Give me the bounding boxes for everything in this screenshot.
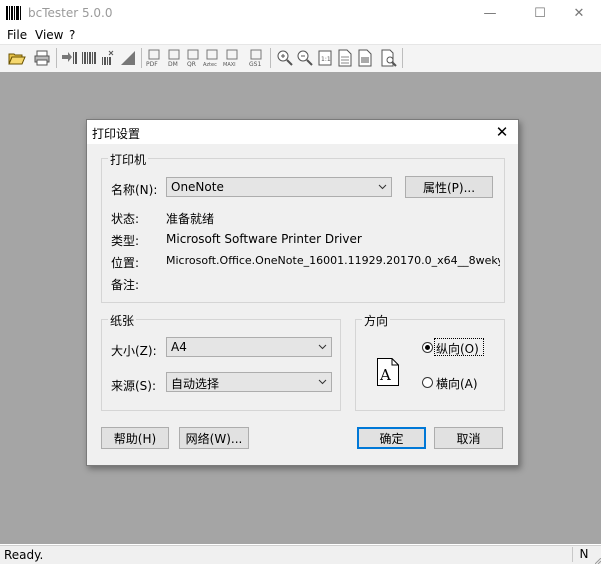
printer-where-label: 位置:	[111, 256, 140, 270]
svg-text:DM: DM	[168, 61, 178, 67]
menu-view[interactable]: View	[35, 28, 63, 42]
portrait-radio[interactable]	[422, 342, 433, 353]
printer-comment-label: 备注:	[111, 278, 140, 292]
gs1-barcode-icon[interactable]: GS1	[247, 49, 265, 67]
svg-text:GS1: GS1	[249, 61, 261, 67]
paper-group-label: 纸张	[108, 312, 137, 329]
printer-type-value: Microsoft Software Printer Driver	[166, 232, 362, 246]
printer-type-label: 类型:	[111, 234, 140, 248]
barcode-settings-icon[interactable]	[100, 49, 118, 67]
print-icon[interactable]	[33, 49, 51, 67]
paper-size-select[interactable]: A4	[166, 337, 332, 357]
orientation-group-label: 方向	[362, 312, 391, 329]
menu-bar: File View ?	[0, 27, 601, 44]
window-title: bcTester 5.0.0	[28, 6, 113, 20]
cancel-button[interactable]: 取消	[434, 427, 503, 449]
barcode-app-icon	[6, 6, 21, 20]
menu-file[interactable]: File	[7, 28, 27, 42]
paper-size-label: 大小(Z):	[111, 344, 157, 358]
barcode-arrow-icon[interactable]	[61, 49, 79, 67]
paper-group: 纸张 大小(Z): A4 来源(S): 自动选择	[101, 312, 341, 411]
menu-help[interactable]: ?	[69, 28, 75, 42]
paper-source-select[interactable]: 自动选择	[166, 372, 332, 392]
zoom-fit-icon[interactable]: 1:1	[316, 49, 334, 67]
properties-button[interactable]: 属性(P)...	[405, 176, 493, 198]
close-button[interactable]: ✕	[557, 0, 601, 27]
maxi-barcode-icon[interactable]: MAXI	[223, 49, 241, 67]
chevron-down-icon	[378, 184, 387, 190]
dm-barcode-icon[interactable]: DM	[165, 49, 183, 67]
zoom-page-icon[interactable]	[380, 49, 398, 67]
window-titlebar: bcTester 5.0.0 — ☐ ✕	[0, 0, 601, 27]
printer-name-label: 名称(N):	[111, 183, 158, 197]
portrait-page-icon: A	[377, 358, 399, 386]
triangle-icon[interactable]	[119, 49, 137, 67]
zoom-in-icon[interactable]	[276, 49, 294, 67]
printer-group-label: 打印机	[108, 151, 149, 168]
printer-status-label: 状态:	[111, 212, 140, 226]
paper-size-value: A4	[171, 340, 187, 354]
network-button[interactable]: 网络(W)...	[179, 427, 249, 449]
chevron-down-icon	[318, 344, 327, 350]
help-button[interactable]: 帮助(H)	[101, 427, 169, 449]
paper-source-label: 来源(S):	[111, 379, 157, 393]
maximize-icon: ☐	[534, 6, 546, 21]
svg-text:MAXI: MAXI	[223, 62, 236, 67]
page-alt-icon[interactable]	[356, 49, 374, 67]
printer-name-select[interactable]: OneNote	[166, 177, 392, 197]
toolbar: PDF DM QR Aztec MAXI GS1 1:1	[0, 44, 601, 73]
toolbar-separator	[270, 48, 271, 68]
status-bar: Ready. N	[0, 545, 601, 564]
status-indicator: N	[572, 547, 595, 562]
toolbar-separator	[141, 48, 142, 68]
toolbar-separator	[56, 48, 57, 68]
dialog-titlebar: 打印设置 ✕	[87, 120, 518, 144]
open-folder-icon[interactable]	[8, 49, 26, 67]
landscape-radio[interactable]	[422, 377, 433, 388]
orientation-group: 方向 A 纵向(O) 横向(A)	[355, 312, 505, 411]
zoom-out-icon[interactable]	[296, 49, 314, 67]
toolbar-separator	[402, 48, 403, 68]
printer-status-value: 准备就绪	[166, 212, 215, 226]
print-settings-dialog: 打印设置 ✕ 打印机 名称(N): OneNote 属性(P)... 状态: 准…	[86, 119, 519, 466]
svg-text:1:1: 1:1	[321, 56, 331, 63]
chevron-down-icon	[318, 379, 327, 385]
page-glyph: A	[379, 366, 391, 384]
close-icon: ✕	[573, 6, 585, 21]
svg-text:PDF: PDF	[146, 61, 158, 67]
pdf-barcode-icon[interactable]: PDF	[145, 49, 163, 67]
printer-name-value: OneNote	[171, 180, 224, 194]
portrait-label[interactable]: 纵向(O)	[436, 340, 479, 357]
svg-text:QR: QR	[187, 61, 196, 67]
resize-grip-icon[interactable]	[595, 558, 601, 564]
qr-barcode-icon[interactable]: QR	[184, 49, 202, 67]
svg-text:Aztec: Aztec	[203, 62, 217, 67]
close-icon: ✕	[495, 123, 509, 141]
aztec-barcode-icon[interactable]: Aztec	[203, 49, 221, 67]
barcode-icon[interactable]	[80, 49, 98, 67]
paper-source-value: 自动选择	[171, 377, 220, 391]
landscape-label[interactable]: 横向(A)	[436, 375, 478, 392]
status-text: Ready.	[4, 548, 44, 562]
printer-group: 打印机 名称(N): OneNote 属性(P)... 状态: 准备就绪 类型:…	[101, 151, 505, 303]
maximize-button[interactable]: ☐	[518, 0, 562, 27]
minimize-icon: —	[483, 6, 497, 21]
minimize-button[interactable]: —	[468, 0, 512, 27]
dialog-title: 打印设置	[92, 127, 141, 141]
radio-selected-dot	[425, 345, 430, 350]
dialog-close-button[interactable]: ✕	[486, 120, 518, 144]
page-icon[interactable]	[336, 49, 354, 67]
ok-button[interactable]: 确定	[357, 427, 426, 449]
printer-where-value: Microsoft.Office.OneNote_16001.11929.201…	[166, 254, 500, 267]
